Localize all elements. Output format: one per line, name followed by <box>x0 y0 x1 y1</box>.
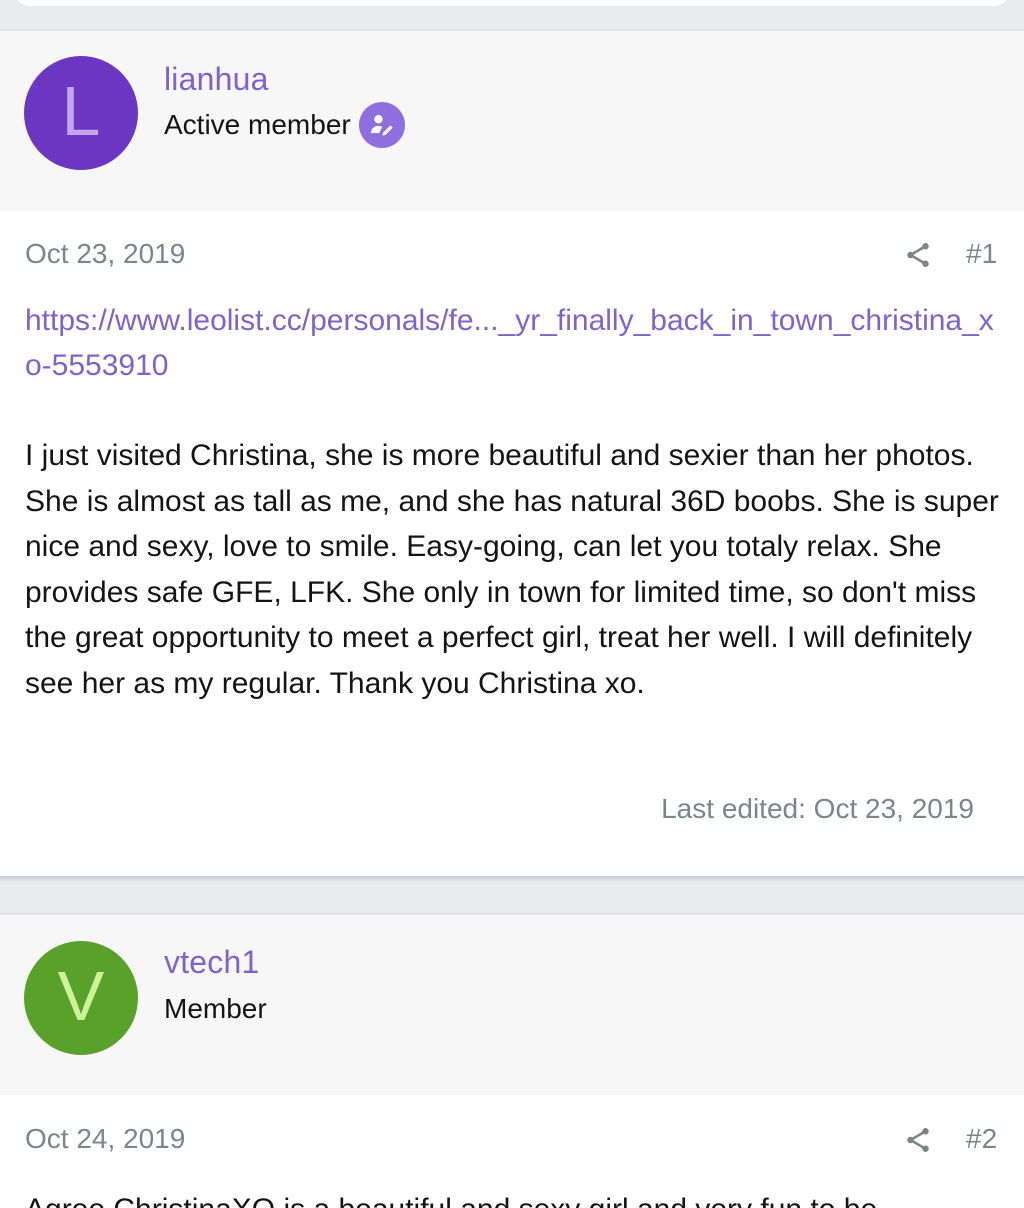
post-1-body: Oct 23, 2019 #1 https://www.leolist.cc/p… <box>0 211 1024 876</box>
share-icon[interactable] <box>903 1125 933 1155</box>
post-number[interactable]: #2 <box>966 1123 997 1155</box>
post-2-user-block: V vtech1 Member <box>0 913 1024 1097</box>
user-title: Member <box>164 993 267 1025</box>
user-title: Active member <box>164 102 405 148</box>
post-2-body: Oct 24, 2019 #2 Agree ChristinaXO is a b… <box>0 1095 1024 1208</box>
avatar[interactable]: L <box>24 56 138 170</box>
post-date[interactable]: Oct 24, 2019 <box>25 1123 185 1155</box>
user-edit-icon[interactable] <box>358 102 405 148</box>
user-title-text: Active member <box>164 109 351 140</box>
post-date[interactable]: Oct 23, 2019 <box>25 238 185 270</box>
username-link[interactable]: vtech1 <box>164 944 259 981</box>
post-number[interactable]: #1 <box>966 238 997 270</box>
post-text-partial: Agree ChristinaXO is a beautiful and sex… <box>25 1187 1000 1208</box>
forum-thread-page: L lianhua Active member Oct 23, 2019 #1 … <box>0 0 1024 1208</box>
user-title-text: Member <box>164 993 267 1024</box>
post-1-user-block: L lianhua Active member <box>0 29 1024 213</box>
share-icon[interactable] <box>903 240 933 270</box>
previous-card <box>14 0 1010 6</box>
avatar-letter: V <box>57 957 105 1035</box>
avatar[interactable]: V <box>24 941 138 1055</box>
post-link[interactable]: https://www.leolist.cc/personals/fe..._y… <box>25 298 1000 388</box>
avatar-letter: L <box>61 72 101 150</box>
user-edit-icon-svg <box>370 114 393 136</box>
post-divider <box>0 876 1024 882</box>
username-link[interactable]: lianhua <box>164 61 269 98</box>
last-edited: Last edited: Oct 23, 2019 <box>661 793 974 824</box>
post-text: I just visited Christina, she is more be… <box>25 439 999 700</box>
